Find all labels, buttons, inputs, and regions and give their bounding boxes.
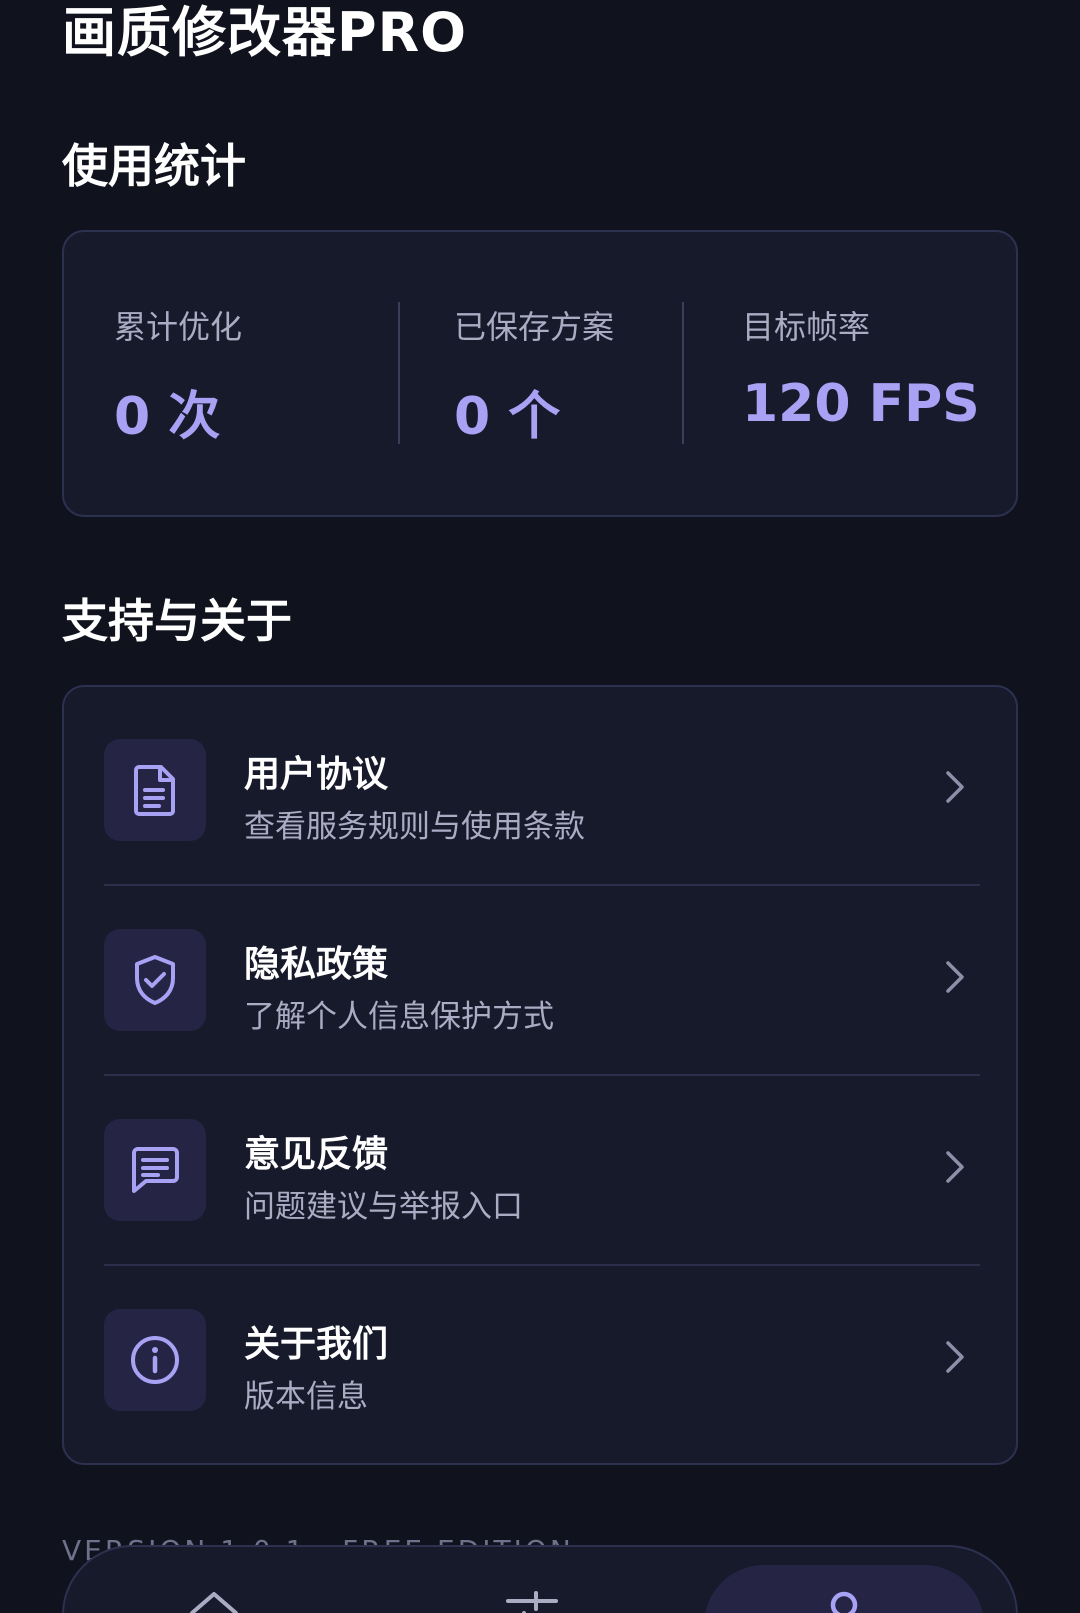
menu-item-subtitle: 了解个人信息保护方式 (244, 999, 554, 1035)
shield-check-icon (104, 929, 206, 1031)
app-title: 画质修改器PRO (62, 1, 468, 64)
menu-item-privacy-policy[interactable]: 隐私政策 了解个人信息保护方式 (104, 877, 980, 1067)
menu-item-subtitle: 版本信息 (244, 1379, 368, 1415)
bottom-nav (62, 1545, 1018, 1613)
stat-divider (682, 302, 684, 444)
profile-page: 画质修改器PRO 使用统计 累计优化 0 次 已保存方案 0 个 目标帧率 12… (0, 0, 1080, 1613)
stat-label: 累计优化 (114, 308, 243, 346)
stat-divider (398, 302, 400, 444)
sliders-icon (506, 1591, 558, 1613)
stat-value: 0 次 (114, 387, 221, 447)
home-icon (190, 1592, 238, 1613)
nav-settings[interactable] (462, 1547, 602, 1613)
document-icon (104, 739, 206, 841)
stat-total-optimizations: 累计优化 0 次 (114, 302, 242, 449)
chevron-right-icon (946, 1151, 964, 1183)
chevron-right-icon (946, 771, 964, 803)
user-icon (830, 1591, 858, 1613)
stat-target-fps: 目标帧率 120 FPS (742, 302, 980, 434)
menu-item-title: 关于我们 (244, 1324, 389, 1365)
menu-item-user-agreement[interactable]: 用户协议 查看服务规则与使用条款 (104, 687, 980, 877)
menu-item-feedback[interactable]: 意见反馈 问题建议与举报入口 (104, 1067, 980, 1257)
stat-label: 目标帧率 (742, 308, 871, 346)
nav-profile[interactable] (704, 1565, 984, 1613)
menu-item-about-us[interactable]: 关于我们 版本信息 (104, 1257, 980, 1447)
stat-value: 0 个 (454, 387, 561, 447)
menu-item-title: 意见反馈 (244, 1134, 389, 1175)
stats-card: 累计优化 0 次 已保存方案 0 个 目标帧率 120 FPS (62, 230, 1018, 517)
chevron-right-icon (946, 1341, 964, 1373)
menu-item-title: 用户协议 (244, 754, 389, 795)
menu-item-subtitle: 问题建议与举报入口 (244, 1189, 523, 1225)
support-heading: 支持与关于 (62, 594, 292, 648)
stat-label: 已保存方案 (454, 308, 615, 346)
menu-item-subtitle: 查看服务规则与使用条款 (244, 809, 585, 845)
info-icon (104, 1309, 206, 1411)
nav-home[interactable] (144, 1547, 284, 1613)
support-card: 用户协议 查看服务规则与使用条款 隐私政策 了解个人信息保护方式 意见反馈 问题… (62, 685, 1018, 1465)
stats-heading: 使用统计 (62, 139, 246, 193)
menu-item-title: 隐私政策 (244, 944, 389, 985)
stat-saved-presets: 已保存方案 0 个 (454, 302, 614, 449)
chevron-right-icon (946, 961, 964, 993)
stat-value: 120 FPS (742, 374, 980, 434)
message-icon (104, 1119, 206, 1221)
